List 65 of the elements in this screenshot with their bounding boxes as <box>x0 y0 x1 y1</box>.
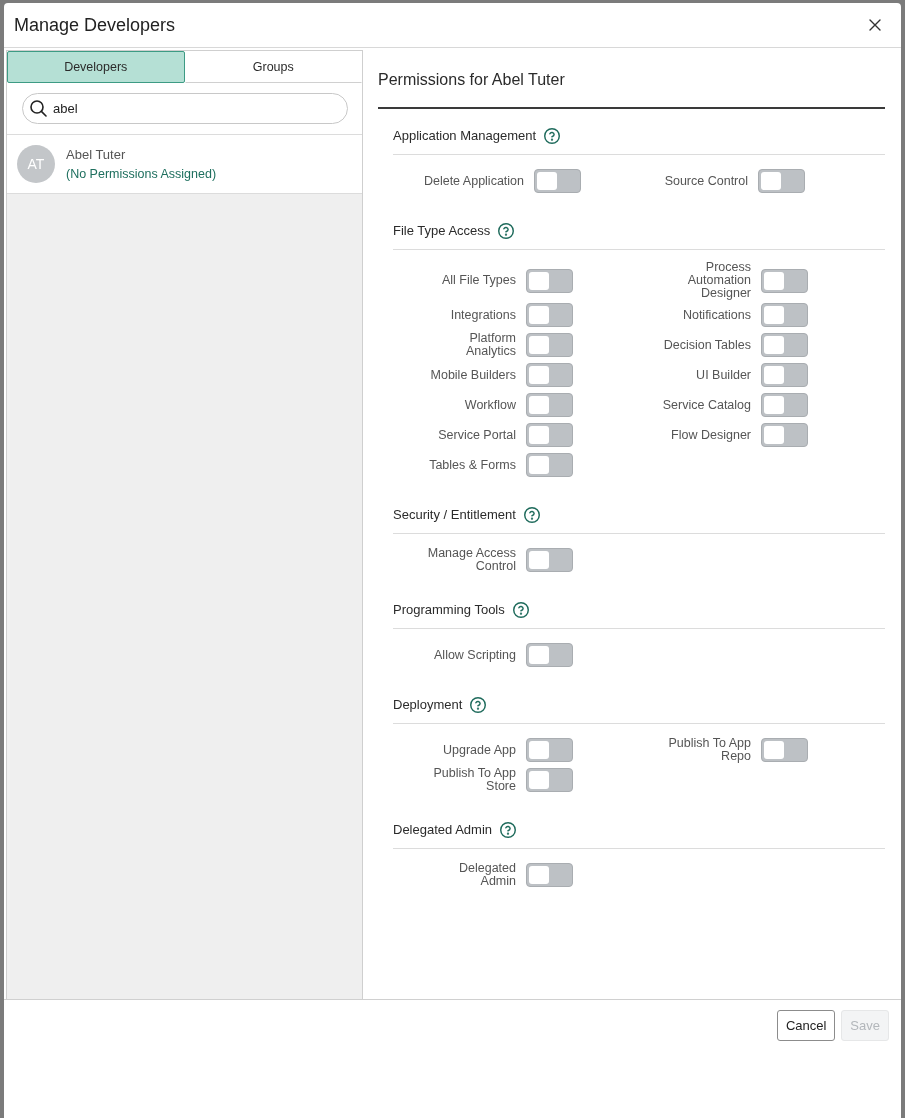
developer-name: Abel Tuter <box>66 146 127 163</box>
dialog-title: Manage Developers <box>14 14 176 37</box>
help-icon[interactable] <box>544 128 561 144</box>
toggle-switch[interactable] <box>534 169 581 193</box>
permission-label: Delete Application <box>423 174 524 188</box>
toggle-switch[interactable] <box>761 393 808 417</box>
section-heading: Application Management <box>393 127 537 145</box>
permission-label: Integrations <box>450 308 516 322</box>
permission-label: Upgrade App <box>443 743 516 757</box>
permission-label: Manage Access Control <box>426 547 516 573</box>
tab[interactable]: Developers <box>7 51 185 83</box>
permission-label: Delegated Admin <box>458 862 516 888</box>
toggle-switch[interactable] <box>526 548 573 572</box>
permission-label: Source Control <box>664 174 748 188</box>
toggle-switch[interactable] <box>526 643 573 667</box>
permission-label: Service Catalog <box>662 398 751 412</box>
permission-label: Workflow <box>464 398 516 412</box>
toggle-switch[interactable] <box>761 738 808 762</box>
search-icon <box>30 100 47 117</box>
permission-label: Tables & Forms <box>429 458 516 472</box>
help-icon[interactable] <box>512 602 529 618</box>
toggle-switch[interactable] <box>526 393 573 417</box>
permission-label: Publish To App Store <box>432 767 516 793</box>
permission-label: Notifications <box>682 308 751 322</box>
toggle-switch[interactable] <box>758 169 805 193</box>
toggle-switch[interactable] <box>761 423 808 447</box>
help-icon[interactable] <box>523 507 540 523</box>
permission-label: Platform Analytics <box>464 332 516 358</box>
permission-status: (No Permissions Assigned) <box>66 165 217 182</box>
toggle-switch[interactable] <box>526 453 573 477</box>
help-icon[interactable] <box>498 223 515 239</box>
permission-label: All File Types <box>441 274 516 287</box>
permission-label: Process Automation Designer <box>686 261 751 300</box>
toggle-switch[interactable] <box>526 768 573 792</box>
section-heading: Programming Tools <box>393 601 505 619</box>
toggle-switch[interactable] <box>526 333 573 357</box>
permission-label: Mobile Builders <box>430 368 516 382</box>
permission-label: Flow Designer <box>671 428 751 442</box>
toggle-switch[interactable] <box>761 363 808 387</box>
section-heading: File Type Access <box>393 222 491 240</box>
permission-label: Allow Scripting <box>434 648 516 662</box>
avatar: AT <box>17 145 55 183</box>
section-heading: Security / Entitlement <box>393 506 516 524</box>
permission-label: UI Builder <box>696 368 751 382</box>
toggle-switch[interactable] <box>526 863 573 887</box>
panel-title: Permissions for Abel Tuter <box>378 68 885 109</box>
permission-label: Decision Tables <box>663 338 751 352</box>
toggle-switch[interactable] <box>761 333 808 357</box>
help-icon[interactable] <box>470 697 487 713</box>
permission-label: Service Portal <box>438 428 516 442</box>
developer-row[interactable]: AT Abel Tuter (No Permissions Assigned) <box>7 135 362 194</box>
section-heading: Deployment <box>393 696 463 714</box>
toggle-switch[interactable] <box>526 363 573 387</box>
footer-button[interactable]: Cancel <box>776 1010 836 1041</box>
permission-label: Publish To App Repo <box>667 737 751 763</box>
close-icon <box>869 19 881 31</box>
section-heading: Delegated Admin <box>393 821 492 839</box>
toggle-switch[interactable] <box>526 303 573 327</box>
toggle-switch[interactable] <box>526 423 573 447</box>
search-field[interactable]: abel <box>22 93 348 124</box>
toggle-switch[interactable] <box>761 268 808 293</box>
toggle-switch[interactable] <box>526 738 573 762</box>
toggle-switch[interactable] <box>761 303 808 327</box>
toggle-switch[interactable] <box>526 268 573 293</box>
help-icon[interactable] <box>500 822 516 838</box>
